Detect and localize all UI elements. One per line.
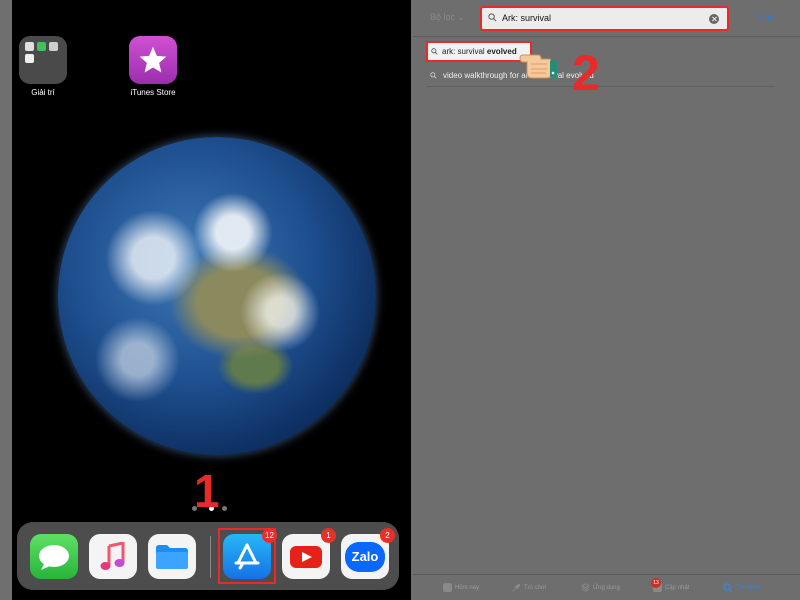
download-icon: 13 <box>651 578 662 592</box>
files-app[interactable] <box>148 534 196 579</box>
updates-badge: 13 <box>651 578 661 588</box>
rocket-icon <box>512 583 521 592</box>
cancel-button[interactable]: Hủy <box>758 12 774 22</box>
tab-label: Trò chơi <box>524 584 547 591</box>
tab-apps[interactable]: Ứng dụng <box>581 583 620 592</box>
messages-app[interactable] <box>30 534 78 579</box>
app-store-search-screen: Bộ lọc ⌄ Ark: survival Hủy video walkthr… <box>413 0 800 600</box>
music-note-icon <box>100 541 125 570</box>
tab-search[interactable]: Tìm kiếm <box>723 583 761 593</box>
tab-label: Ứng dụng <box>593 584 620 591</box>
youtube-play-icon <box>290 545 322 568</box>
tab-games[interactable]: Trò chơi <box>512 583 546 592</box>
youtube-badge: 1 <box>321 528 336 543</box>
search-icon <box>431 48 438 55</box>
chevron-down-icon: ⌄ <box>457 12 466 22</box>
dock-divider <box>210 536 211 578</box>
tab-label: Tìm kiếm <box>736 585 761 591</box>
chat-bubble-icon <box>39 544 69 570</box>
star-icon <box>139 46 167 73</box>
tab-label: Hôm nay <box>455 584 480 591</box>
itunes-label: iTunes Store <box>130 88 176 97</box>
youtube-app[interactable]: 1 <box>282 528 336 579</box>
clear-icon[interactable] <box>709 14 719 24</box>
page-dot <box>222 506 227 511</box>
suggestion-item[interactable]: video walkthrough for ark: survival evol… <box>427 67 775 87</box>
tab-bar: Hôm nay Trò chơi Ứng dụng 13 Cập nhật Tì… <box>413 574 800 600</box>
app-store-icon <box>234 543 260 569</box>
header-divider <box>413 36 800 37</box>
folder-icon <box>156 544 188 569</box>
folder-label: Giải trí <box>31 88 55 97</box>
step-1-marker: 1 <box>194 465 220 517</box>
zalo-logo-text: Zalo <box>351 549 379 564</box>
filter-label: Bộ lọc <box>430 12 456 22</box>
suggestion-item-highlighted[interactable]: ark: survival evolved <box>426 41 532 62</box>
step-2-marker: 2 <box>572 45 600 101</box>
tab-updates[interactable]: 13 Cập nhật <box>651 578 690 592</box>
tab-today[interactable]: Hôm nay <box>443 583 479 592</box>
suggestion-prefix: ark: survival <box>442 47 487 56</box>
itunes-store-app[interactable] <box>129 36 177 84</box>
today-icon <box>443 583 452 592</box>
screenshot-root: Giải trí iTunes Store 1 12 1 Zalo 2 Bộ l… <box>0 0 800 600</box>
search-value: Ark: survival <box>502 13 552 23</box>
music-app[interactable] <box>89 534 137 579</box>
zalo-badge: 2 <box>380 528 395 543</box>
suggestion-bold: evolved <box>486 47 517 56</box>
layers-icon <box>581 583 590 592</box>
earth-wallpaper <box>58 137 376 455</box>
suggestion-text: ark: survival evolved <box>442 47 517 56</box>
search-icon <box>430 72 437 79</box>
search-input[interactable]: Ark: survival <box>480 6 729 31</box>
search-icon <box>723 583 733 593</box>
pointing-hand-icon <box>519 54 557 79</box>
app-store-app[interactable]: 12 <box>223 528 277 579</box>
search-icon <box>488 13 497 22</box>
tab-label: Cập nhật <box>665 584 690 591</box>
dock: 12 1 Zalo 2 <box>17 522 399 590</box>
ipad-home-screen: Giải trí iTunes Store 1 12 1 Zalo 2 <box>12 0 411 600</box>
folder-giai-tri[interactable] <box>19 36 67 84</box>
zalo-app[interactable]: Zalo 2 <box>341 528 395 579</box>
zalo-logo-icon: Zalo <box>345 541 385 572</box>
app-store-badge: 12 <box>262 528 277 543</box>
filter-button[interactable]: Bộ lọc ⌄ <box>430 12 465 23</box>
